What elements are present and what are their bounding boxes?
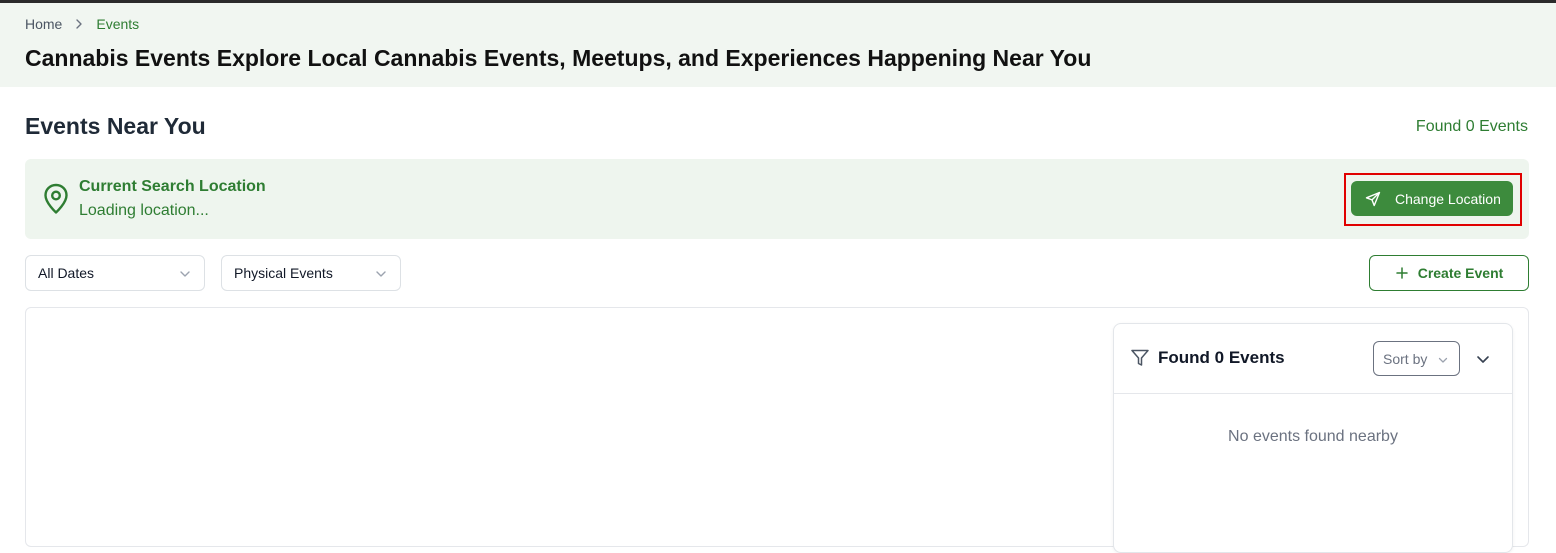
section-title: Events Near You [25, 113, 206, 139]
plus-icon [1395, 266, 1409, 280]
page-title-subtitle: Explore Local Cannabis Events, Meetups, … [216, 45, 1092, 71]
create-event-label: Create Event [1417, 265, 1504, 281]
page-header: Home Events Cannabis Events Explore Loca… [0, 3, 1556, 87]
page-title: Cannabis Events Explore Local Cannabis E… [25, 45, 1091, 72]
location-title: Current Search Location [79, 178, 266, 195]
found-events-count: Found 0 Events [1415, 118, 1528, 135]
change-location-button[interactable]: Change Location [1351, 181, 1513, 216]
results-title: Found 0 Events [1158, 348, 1285, 367]
sort-by-placeholder: Sort by [1383, 350, 1428, 367]
chevron-down-icon [1437, 353, 1449, 365]
filter-icon [1130, 348, 1150, 368]
empty-results-message: No events found nearby [1228, 428, 1398, 445]
breadcrumb: Home Events [25, 16, 139, 32]
send-icon [1365, 191, 1381, 207]
results-panel: Found 0 Events Sort by No events found n… [1113, 323, 1513, 553]
location-card: Current Search Location Loading location… [25, 159, 1529, 239]
breadcrumb-events-link[interactable]: Events [96, 16, 139, 32]
chevron-right-icon [71, 16, 87, 32]
page-title-bold: Cannabis Events [25, 45, 211, 71]
chevron-down-icon [178, 267, 192, 281]
date-filter-select[interactable]: All Dates [25, 255, 205, 291]
sort-by-select[interactable]: Sort by [1373, 341, 1460, 376]
chevron-down-icon[interactable] [1474, 350, 1492, 368]
create-event-button[interactable]: Create Event [1369, 255, 1529, 291]
breadcrumb-home-link[interactable]: Home [25, 16, 62, 32]
event-type-select[interactable]: Physical Events [221, 255, 401, 291]
location-status: Loading location... [79, 202, 209, 219]
change-location-label: Change Location [1395, 190, 1501, 207]
date-filter-value: All Dates [38, 265, 95, 281]
map-pin-icon [42, 183, 70, 215]
results-header: Found 0 Events Sort by [1114, 324, 1512, 394]
chevron-down-icon [374, 267, 388, 281]
event-type-value: Physical Events [234, 265, 333, 281]
